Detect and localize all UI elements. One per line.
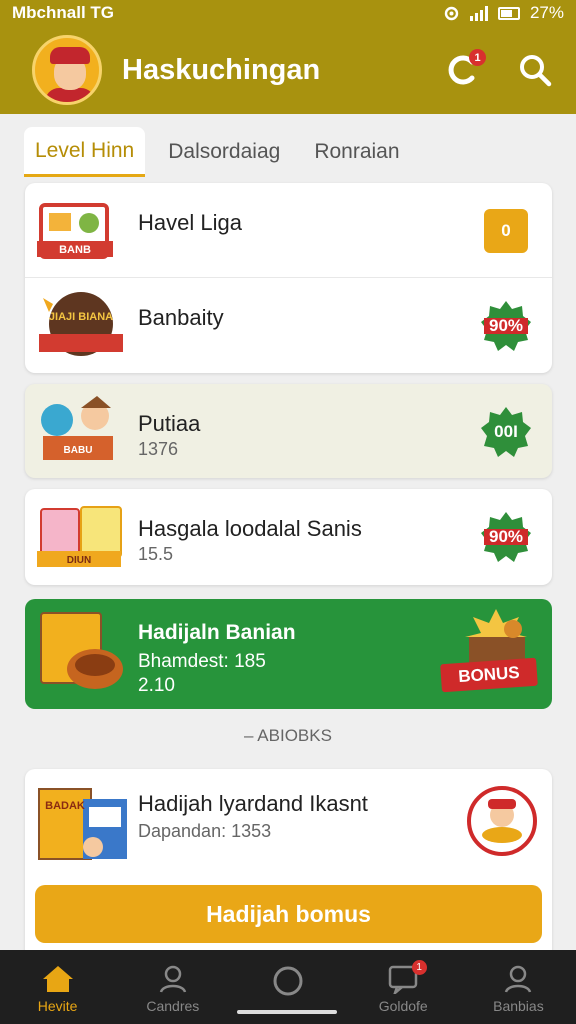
profile-icon: [505, 965, 532, 993]
claim-bonus-button[interactable]: Hadijah bomus: [35, 885, 542, 943]
item-badge: 90%: [488, 316, 524, 335]
product-thumbnail: BADAK: [38, 788, 127, 860]
item-badge: 0: [501, 221, 511, 240]
thumb-label: DIUN: [67, 555, 91, 566]
list-item[interactable]: BANB Havel Liga 0: [25, 183, 552, 277]
chef-badge-icon: [467, 786, 537, 856]
promo-title: Hadijaln Banian: [138, 621, 296, 644]
list-card[interactable]: DIUN Hasgala loodalal Sanis 15.5 90%: [25, 489, 552, 585]
nav-goldofe[interactable]: 1 Goldofe: [346, 950, 461, 1024]
nav-candres[interactable]: Candres: [115, 950, 230, 1024]
list-item[interactable]: JIAJI BIANA Banbaity 90%: [25, 277, 552, 371]
settings-icon: [444, 6, 459, 20]
nav-label: Candres: [146, 998, 200, 1014]
item-subtitle: 1376: [138, 439, 179, 459]
status-carrier: Mbchnall TG: [12, 3, 114, 22]
featured-subtitle: Dapandan: 1353: [138, 821, 272, 841]
thumb-label: BADAK: [45, 800, 85, 812]
nav-badge: 1: [411, 960, 427, 975]
nav-home[interactable]: Hevite: [0, 950, 115, 1024]
bonus-ribbon: BONUS: [440, 657, 538, 693]
battery-icon: [497, 6, 520, 20]
item-badge: 00I: [494, 422, 518, 441]
nav-label: Banbias: [493, 998, 544, 1014]
list-card-highlighted[interactable]: BABU Putiaa 1376 00I: [25, 384, 552, 478]
section-label: – ABIOBKS: [244, 726, 332, 745]
item-title: Banbaity: [138, 305, 224, 330]
circle-icon: [273, 966, 303, 996]
user-icon: [159, 965, 187, 993]
nav-label: Goldofe: [378, 998, 428, 1014]
promo-value: 2.10: [138, 675, 175, 696]
signal-icon: [469, 5, 488, 21]
item-badge: 90%: [488, 527, 524, 546]
thumb-label: JIAJI BIANA: [49, 311, 113, 323]
product-thumbnail: BABU: [41, 396, 113, 460]
featured-title: Hadijah lyardand Ikasnt: [138, 791, 368, 816]
promo-subtitle: Bhamdest: 185: [138, 651, 266, 672]
app-title: Haskuchingan: [122, 53, 321, 86]
nav-banbias[interactable]: Banbias: [461, 950, 576, 1024]
search-icon[interactable]: [518, 53, 552, 87]
tab-ronraian[interactable]: Ronraian: [303, 127, 410, 177]
item-subtitle: 15.5: [138, 544, 174, 564]
tab-bar: Level Hinn Dalsordaiag Ronraian: [24, 126, 552, 178]
status-icons: 27%: [443, 3, 564, 23]
avatar[interactable]: [32, 35, 102, 105]
featured-card: BADAK Hadijah lyardand Ikasnt Dapandan: …: [25, 769, 552, 959]
status-bar: Mbchnall TG 27%: [0, 0, 576, 26]
promo-banner[interactable]: Hadijaln Banian Bhamdest: 185 2.10 BONUS: [25, 599, 552, 709]
item-title: Hasgala loodalal Sanis: [138, 516, 362, 541]
item-title: Putiaa: [138, 411, 201, 436]
home-icon: [42, 966, 73, 992]
battery-percent: 27%: [529, 3, 564, 22]
notification-button[interactable]: 1: [446, 49, 486, 87]
promo-thumbnail: [40, 612, 123, 689]
notification-badge: 1: [469, 49, 486, 66]
thumb-label: BANB: [59, 244, 91, 256]
home-indicator[interactable]: [237, 1010, 337, 1014]
app-header: Haskuchingan 1: [0, 26, 576, 114]
nav-label: Hevite: [37, 998, 78, 1014]
list-card: BANB Havel Liga 0 JIAJI BIANA Banbaity 9…: [25, 183, 552, 373]
thumb-label: BABU: [64, 445, 93, 456]
item-title: Havel Liga: [138, 210, 242, 235]
product-thumbnail: DIUN: [37, 506, 122, 567]
product-thumbnail: JIAJI BIANA: [39, 292, 123, 356]
tab-dalsordaiag[interactable]: Dalsordaiag: [157, 127, 291, 177]
tab-level[interactable]: Level Hinn: [24, 127, 146, 177]
product-thumbnail: BANB: [37, 203, 113, 259]
